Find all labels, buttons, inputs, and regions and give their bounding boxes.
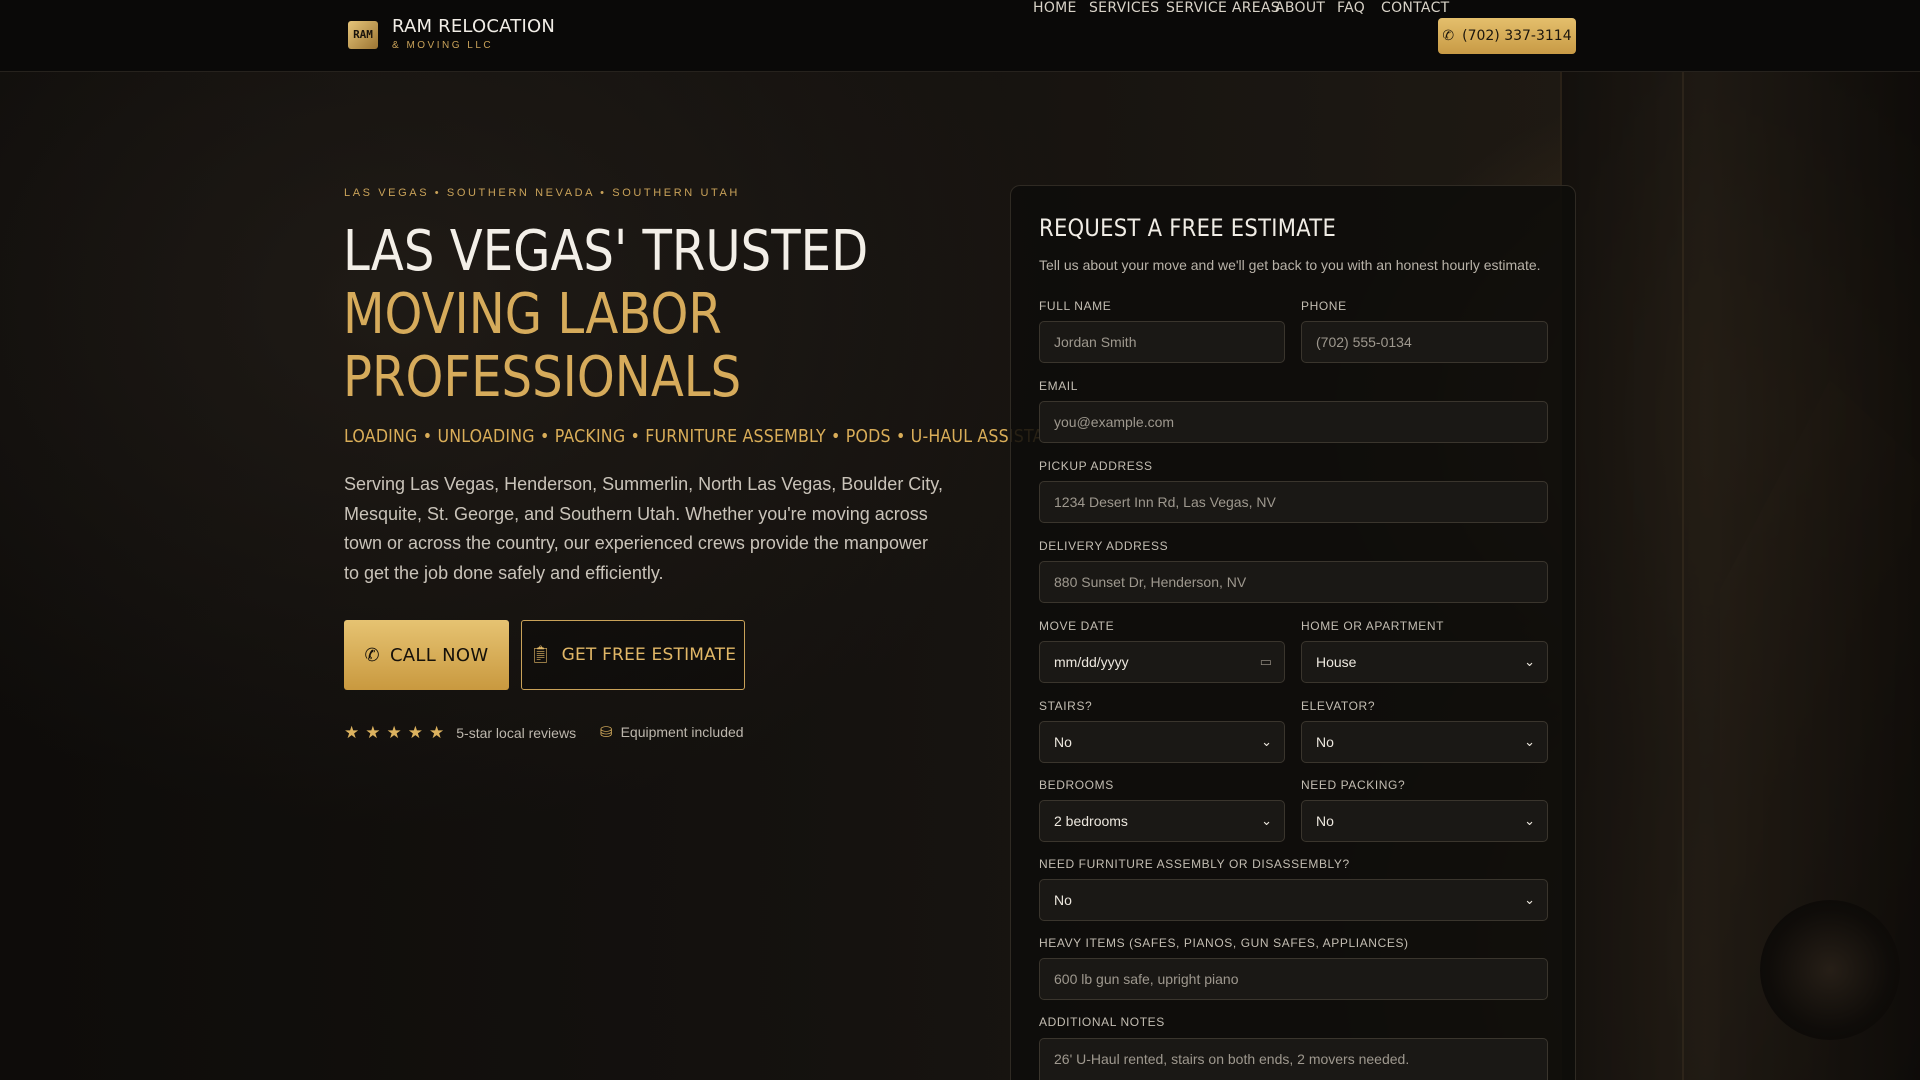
packing-select[interactable]: No ⌄	[1301, 800, 1548, 842]
chevron-down-icon: ⌄	[1524, 734, 1535, 749]
star-icon: ★	[386, 723, 402, 742]
notes-textarea[interactable]: 26' U-Haul rented, stairs on both ends, …	[1039, 1038, 1548, 1080]
stairs-label: STAIRS?	[1039, 699, 1093, 713]
assembly-select[interactable]: No ⌄	[1039, 879, 1548, 921]
hero-description: Serving Las Vegas, Henderson, Summerlin,…	[344, 474, 943, 583]
star-icon: ★	[407, 723, 423, 742]
stairs-select[interactable]: No ⌄	[1039, 721, 1285, 763]
site-header: RAM RAM RELOCATION & MOVING LLC HOME SER…	[0, 0, 1920, 72]
clipboard-icon: 📋︎	[529, 645, 552, 665]
bedrooms-select[interactable]: 2 bedrooms ⌄	[1039, 800, 1285, 842]
star-icon: ★	[429, 723, 445, 742]
bedrooms-value: 2 bedrooms	[1054, 813, 1128, 829]
nav-services[interactable]: SERVICES	[1089, 0, 1159, 16]
nav-about[interactable]: ABOUT	[1275, 0, 1325, 16]
assembly-value: No	[1054, 892, 1072, 908]
move-date-input[interactable]: mm/dd/yyyy ▭	[1039, 641, 1285, 683]
call-now-label: CALL NOW	[389, 644, 489, 666]
delivery-address-input[interactable]: 880 Sunset Dr, Henderson, NV	[1039, 561, 1548, 603]
email-label: EMAIL	[1039, 379, 1079, 393]
move-date-label: MOVE DATE	[1039, 619, 1115, 633]
elevator-label: ELEVATOR?	[1301, 699, 1376, 713]
get-free-estimate-button[interactable]: 📋︎ GET FREE ESTIMATE	[521, 620, 745, 690]
phone-icon: ✆	[1442, 28, 1455, 44]
hero-title: LAS VEGAS' TRUSTED MOVING LABOR PROFESSI…	[343, 220, 876, 409]
home-type-label: HOME OR APARTMENT	[1301, 619, 1445, 633]
nav-contact[interactable]: CONTACT	[1381, 0, 1450, 16]
form-title: REQUEST A FREE ESTIMATE	[1039, 214, 1337, 242]
full-name-label: FULL NAME	[1039, 299, 1112, 313]
home-type-select[interactable]: House ⌄	[1301, 641, 1548, 683]
equipment-badge: ⛁ Equipment included	[600, 723, 744, 741]
hero-title-line2: MOVING LABOR	[343, 282, 722, 347]
calendar-icon[interactable]: ▭	[1260, 654, 1272, 670]
brand-text: RAM RELOCATION & MOVING LLC	[392, 18, 555, 51]
email-input[interactable]: you@example.com	[1039, 401, 1548, 443]
delivery-address-label: DELIVERY ADDRESS	[1039, 539, 1169, 553]
hero-title-line3: PROFESSIONALS	[343, 345, 742, 410]
chevron-down-icon: ⌄	[1524, 654, 1535, 669]
phone-input[interactable]: (702) 555-0134	[1301, 321, 1548, 363]
header-phone-label: (702) 337-3114	[1462, 28, 1572, 44]
boxes-icon: ⛁	[600, 724, 613, 741]
form-subtitle: Tell us about your move and we'll get ba…	[1039, 257, 1541, 273]
call-now-button[interactable]: ✆ CALL NOW	[344, 620, 509, 690]
move-date-value: mm/dd/yyyy	[1054, 654, 1129, 670]
rating-badge: ★ ★ ★ ★ ★ 5-star local reviews	[344, 723, 576, 743]
packing-label: NEED PACKING?	[1301, 778, 1406, 792]
assembly-label: NEED FURNITURE ASSEMBLY OR DISASSEMBLY?	[1039, 857, 1350, 871]
elevator-select[interactable]: No ⌄	[1301, 721, 1548, 763]
pickup-address-label: PICKUP ADDRESS	[1039, 459, 1153, 473]
packing-value: No	[1316, 813, 1334, 829]
phone-label: PHONE	[1301, 299, 1347, 313]
nav-service-areas[interactable]: SERVICE AREAS	[1166, 0, 1280, 16]
rating-text: 5-star local reviews	[456, 725, 577, 741]
star-rating: ★ ★ ★ ★ ★	[344, 723, 444, 743]
hero-services-list: LOADING • UNLOADING • PACKING • FURNITUR…	[344, 426, 1078, 447]
brand-logo[interactable]: RAM RAM RELOCATION & MOVING LLC	[348, 18, 555, 51]
notes-label: ADDITIONAL NOTES	[1039, 1015, 1165, 1029]
chevron-down-icon: ⌄	[1261, 813, 1272, 828]
full-name-input[interactable]: Jordan Smith	[1039, 321, 1285, 363]
elevator-value: No	[1316, 734, 1334, 750]
header-phone-button[interactable]: ✆ (702) 337-3114	[1438, 18, 1576, 54]
stairs-value: No	[1054, 734, 1072, 750]
phone-icon: ✆	[364, 644, 380, 666]
bedrooms-label: BEDROOMS	[1039, 778, 1114, 792]
chevron-down-icon: ⌄	[1524, 892, 1535, 907]
heavy-items-label: HEAVY ITEMS (SAFES, PIANOS, GUN SAFES, A…	[1039, 936, 1409, 950]
nav-faq[interactable]: FAQ	[1337, 0, 1365, 16]
nav-home[interactable]: HOME	[1033, 0, 1077, 16]
star-icon: ★	[365, 723, 381, 742]
background-truck-wheel	[1760, 900, 1900, 1040]
pickup-address-input[interactable]: 1234 Desert Inn Rd, Las Vegas, NV	[1039, 481, 1548, 523]
brand-title: RAM RELOCATION	[392, 16, 555, 37]
brand-subtitle: & MOVING LLC	[392, 40, 494, 51]
logo-mark-icon: RAM	[348, 20, 378, 49]
star-icon: ★	[344, 723, 360, 742]
estimate-form-card: REQUEST A FREE ESTIMATE Tell us about yo…	[1010, 185, 1576, 1080]
get-free-estimate-label: GET FREE ESTIMATE	[561, 645, 737, 665]
hero-title-line1: LAS VEGAS' TRUSTED	[343, 219, 869, 284]
chevron-down-icon: ⌄	[1261, 734, 1272, 749]
hero-eyebrow: LAS VEGAS • SOUTHERN NEVADA • SOUTHERN U…	[344, 187, 740, 199]
heavy-items-input[interactable]: 600 lb gun safe, upright piano	[1039, 958, 1548, 1000]
equipment-text: Equipment included	[620, 724, 744, 740]
chevron-down-icon: ⌄	[1524, 813, 1535, 828]
home-type-value: House	[1316, 654, 1357, 670]
